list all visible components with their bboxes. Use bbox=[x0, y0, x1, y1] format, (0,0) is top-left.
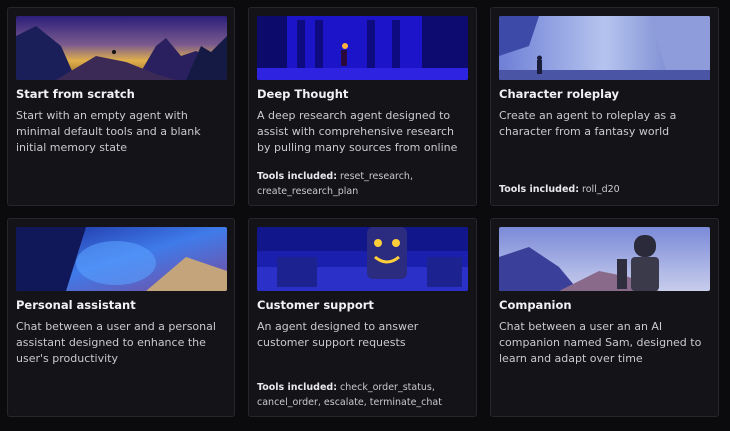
template-image-ice-cave bbox=[499, 16, 710, 80]
template-card-companion[interactable]: Companion Chat between a user an an AI c… bbox=[490, 218, 719, 417]
template-description: Chat between a user and a personal assis… bbox=[16, 320, 216, 365]
template-card-character-roleplay[interactable]: Character roleplay Create an agent to ro… bbox=[490, 7, 719, 206]
tools-included-label: Tools included: bbox=[499, 184, 580, 195]
template-title: Start from scratch bbox=[16, 87, 135, 101]
template-description: Create an agent to roleplay as a charact… bbox=[499, 109, 677, 138]
template-title: Personal assistant bbox=[16, 298, 136, 312]
tools-list: roll_d20 bbox=[582, 184, 620, 195]
agent-template-grid: Start from scratch Start with an empty a… bbox=[0, 0, 730, 431]
template-card-customer-support[interactable]: Customer support An agent designed to an… bbox=[248, 218, 477, 417]
template-title: Deep Thought bbox=[257, 87, 349, 101]
template-title: Character roleplay bbox=[499, 87, 619, 101]
template-description: A deep research agent designed to assist… bbox=[257, 109, 458, 154]
tools-included-label: Tools included: bbox=[257, 382, 338, 393]
template-card-personal-assistant[interactable]: Personal assistant Chat between a user a… bbox=[7, 218, 235, 417]
template-card-deep-thought[interactable]: Deep Thought A deep research agent desig… bbox=[248, 7, 477, 206]
template-image-smiling-robot bbox=[257, 227, 468, 291]
tools-included: Tools included: roll_d20 bbox=[499, 182, 712, 197]
template-image-landscape bbox=[16, 16, 227, 80]
template-description: Start with an empty agent with minimal d… bbox=[16, 109, 201, 154]
template-image-library bbox=[257, 16, 468, 80]
tools-included: Tools included: check_order_status, canc… bbox=[257, 380, 470, 410]
template-description: An agent designed to answer customer sup… bbox=[257, 320, 419, 349]
template-image-glowing-face bbox=[16, 227, 227, 291]
template-description: Chat between a user an an AI companion n… bbox=[499, 320, 702, 365]
tools-included-label: Tools included: bbox=[257, 171, 338, 182]
template-card-start-from-scratch[interactable]: Start from scratch Start with an empty a… bbox=[7, 7, 235, 206]
tools-included: Tools included: reset_research, create_r… bbox=[257, 169, 470, 199]
template-image-robot-companion bbox=[499, 227, 710, 291]
template-title: Companion bbox=[499, 298, 572, 312]
template-title: Customer support bbox=[257, 298, 374, 312]
